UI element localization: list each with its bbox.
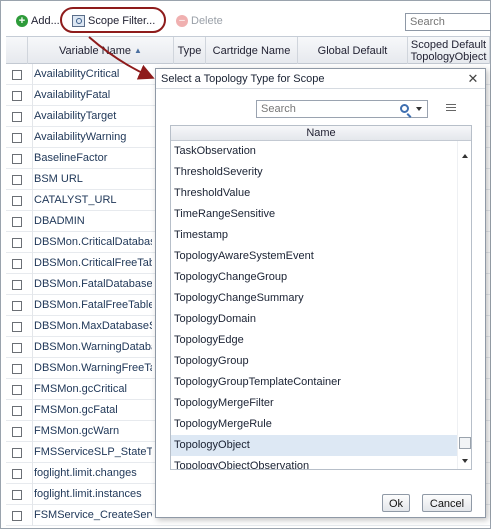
variable-name-cell: DBSMon.WarningFreeTablespace <box>32 358 152 379</box>
row-checkbox[interactable] <box>12 364 22 374</box>
search-input[interactable] <box>405 13 491 31</box>
row-checkbox[interactable] <box>12 322 22 332</box>
variable-name-cell: DBSMon.FatalFreeTablespace <box>32 295 152 316</box>
scrollbar[interactable] <box>457 141 471 469</box>
variable-name-cell: AvailabilityFatal <box>32 85 152 106</box>
column-header-scoped-default[interactable]: Scoped Default TopologyObject <box>408 37 490 64</box>
variable-name-cell: FMSMon.gcCritical <box>32 379 152 400</box>
variable-name-cell: FMSServiceSLP_StateThreshold <box>32 442 152 463</box>
list-item[interactable]: TopologyObject <box>171 435 457 456</box>
delete-button[interactable]: – Delete <box>176 13 223 29</box>
list-item[interactable]: TopologyDomain <box>171 309 457 330</box>
row-checkbox[interactable] <box>12 406 22 416</box>
row-checkbox[interactable] <box>12 385 22 395</box>
list-item[interactable]: TopologyChangeSummary <box>171 288 457 309</box>
variable-name-cell: AvailabilityTarget <box>32 106 152 127</box>
row-checkbox[interactable] <box>12 70 22 80</box>
variable-name-cell: DBSMon.WarningDatabaseUsage <box>32 337 152 358</box>
row-checkbox[interactable] <box>12 511 22 521</box>
variable-name-cell: DBADMIN <box>32 211 152 232</box>
scroll-down-icon[interactable] <box>462 459 468 463</box>
list-item[interactable]: ThresholdValue <box>171 183 457 204</box>
variable-name-cell: DBSMon.MaxDatabaseSize <box>32 316 152 337</box>
column-header-type[interactable]: Type <box>174 37 206 64</box>
topology-type-dialog: Select a Topology Type for Scope ✕ Searc… <box>155 68 486 518</box>
row-checkbox[interactable] <box>12 259 22 269</box>
select-all-header <box>6 37 28 64</box>
row-checkbox[interactable] <box>12 217 22 227</box>
cancel-button[interactable]: Cancel <box>422 494 472 512</box>
row-checkbox[interactable] <box>12 469 22 479</box>
chevron-down-icon[interactable] <box>416 107 422 111</box>
list-item[interactable]: Timestamp <box>171 225 457 246</box>
delete-button-label: Delete <box>191 15 223 27</box>
add-button[interactable]: + Add... <box>16 13 60 29</box>
column-header-variable-name[interactable]: Variable Name ▲ <box>28 37 174 64</box>
list-item[interactable]: TimeRangeSensitive <box>171 204 457 225</box>
variable-name-cell: FMSMon.gcWarn <box>32 421 152 442</box>
column-settings-icon[interactable] <box>446 104 456 113</box>
variable-name-cell: DBSMon.FatalDatabaseUsage <box>32 274 152 295</box>
list-item[interactable]: TaskObservation <box>171 141 457 162</box>
variable-name-cell: BSM URL <box>32 169 152 190</box>
close-icon[interactable]: ✕ <box>467 72 479 86</box>
variable-name-cell: foglight.limit.changes <box>32 463 152 484</box>
variable-name-cell: BaselineFactor <box>32 148 152 169</box>
variable-name-cell: AvailabilityCritical <box>32 64 152 85</box>
row-checkbox[interactable] <box>12 280 22 290</box>
scroll-thumb[interactable] <box>459 437 471 449</box>
list-item[interactable]: TopologyChangeGroup <box>171 267 457 288</box>
list-item[interactable]: TopologyMergeRule <box>171 414 457 435</box>
add-button-label: Add... <box>31 15 60 27</box>
row-checkbox[interactable] <box>12 427 22 437</box>
column-header-global-default[interactable]: Global Default <box>298 37 408 64</box>
row-checkbox[interactable] <box>12 154 22 164</box>
variable-name-cell: FSMService_CreateServiceInstance <box>32 505 152 526</box>
row-checkbox[interactable] <box>12 175 22 185</box>
list-item[interactable]: ThresholdSeverity <box>171 162 457 183</box>
variable-name-cell: CATALYST_URL <box>32 190 152 211</box>
delete-icon: – <box>176 15 188 27</box>
toolbar: + Add... Scope Filter... – Delete <box>2 2 491 36</box>
variable-name-cell: foglight.limit.instances <box>32 484 152 505</box>
row-checkbox[interactable] <box>12 448 22 458</box>
dialog-search-field[interactable]: Search <box>256 100 428 118</box>
add-icon: + <box>16 15 28 27</box>
variable-name-cell: DBSMon.CriticalFreeTablespace <box>32 253 152 274</box>
topology-type-list: Name TaskObservation ThresholdSeverity Thr… <box>170 125 472 470</box>
search-icon[interactable] <box>400 104 409 113</box>
row-checkbox[interactable] <box>12 238 22 248</box>
row-checkbox[interactable] <box>12 490 22 500</box>
row-checkbox[interactable] <box>12 133 22 143</box>
main-window: + Add... Scope Filter... – Delete Variab… <box>0 0 491 529</box>
column-header-cartridge-name[interactable]: Cartridge Name <box>206 37 298 64</box>
list-header-name[interactable]: Name <box>171 126 471 141</box>
dialog-search-placeholder: Search <box>261 103 296 115</box>
table-header: Variable Name ▲ Type Cartridge Name Glob… <box>6 37 490 64</box>
list-item[interactable]: TopologyGroupTemplateContainer <box>171 372 457 393</box>
list-item[interactable]: TopologyObjectObservation <box>171 456 457 469</box>
list-item[interactable]: TopologyAwareSystemEvent <box>171 246 457 267</box>
ok-button[interactable]: Ok <box>382 494 410 512</box>
list-item[interactable]: TopologyEdge <box>171 330 457 351</box>
variable-name-cell: AvailabilityWarning <box>32 127 152 148</box>
variable-name-cell: FMSMon.gcFatal <box>32 400 152 421</box>
highlight-ring <box>60 7 166 33</box>
row-checkbox[interactable] <box>12 343 22 353</box>
list-item[interactable]: TopologyGroup <box>171 351 457 372</box>
row-checkbox[interactable] <box>12 301 22 311</box>
dialog-title: Select a Topology Type for Scope ✕ <box>156 69 485 89</box>
row-checkbox[interactable] <box>12 196 22 206</box>
row-checkbox[interactable] <box>12 91 22 101</box>
variable-name-cell: DBSMon.CriticalDatabaseUsage <box>32 232 152 253</box>
scroll-up-icon[interactable] <box>462 154 468 158</box>
sort-ascending-icon: ▲ <box>134 45 142 55</box>
row-checkbox[interactable] <box>12 112 22 122</box>
list-item[interactable]: TopologyMergeFilter <box>171 393 457 414</box>
